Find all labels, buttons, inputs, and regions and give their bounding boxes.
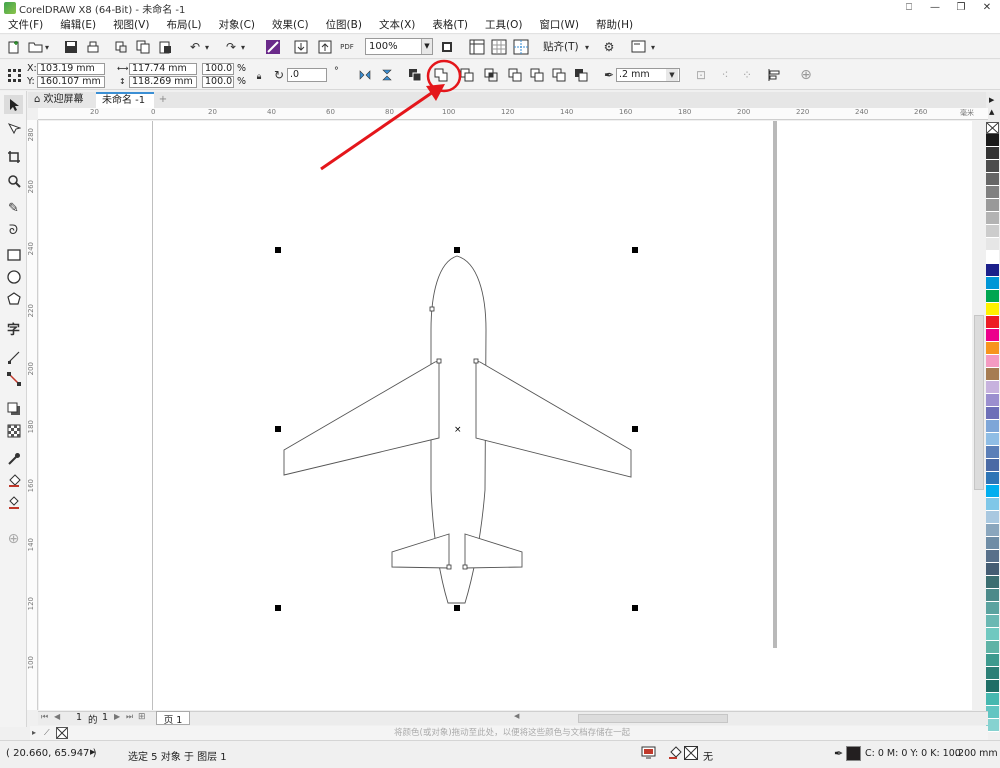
color-swatch[interactable]	[986, 355, 999, 368]
selection-info: 选定 5 对象 于 图层 1	[128, 752, 227, 763]
color-swatch[interactable]	[986, 641, 999, 654]
color-swatch[interactable]	[986, 563, 999, 576]
total-pages: 1	[102, 712, 109, 723]
color-swatch[interactable]	[986, 225, 999, 238]
color-swatch[interactable]	[986, 615, 999, 628]
color-swatch[interactable]	[986, 511, 999, 524]
color-swatch[interactable]	[986, 602, 999, 615]
color-swatch[interactable]	[986, 550, 999, 563]
color-swatch[interactable]	[986, 368, 999, 381]
tab-page-1[interactable]: 页 1	[156, 711, 190, 726]
selection-handle-bottom-right[interactable]	[632, 605, 638, 611]
color-swatch[interactable]	[986, 160, 999, 173]
outline-width-status: .200 mm	[955, 748, 998, 759]
selection-handle-bottom-left[interactable]	[275, 605, 281, 611]
selection-handle-left[interactable]	[275, 426, 281, 432]
color-swatch[interactable]	[986, 186, 999, 199]
outline-color-swatch[interactable]	[846, 746, 861, 761]
color-swatch[interactable]	[986, 147, 999, 160]
color-swatch[interactable]	[986, 238, 999, 251]
status-bar: ( 20.660, 65.947 ) ▶ 选定 5 对象 于 图层 1 无 ✒ …	[0, 740, 1000, 768]
right-wing	[475, 360, 632, 478]
color-swatch[interactable]	[986, 459, 999, 472]
vertical-scrollbar-thumb[interactable]	[974, 315, 984, 490]
color-swatch[interactable]	[986, 316, 999, 329]
airplane-drawing[interactable]: ×	[0, 0, 1000, 768]
color-swatch[interactable]	[986, 394, 999, 407]
color-swatch[interactable]	[986, 342, 999, 355]
color-swatch[interactable]	[986, 446, 999, 459]
color-swatch[interactable]	[986, 251, 999, 264]
color-swatch[interactable]	[986, 134, 999, 147]
fill-bucket-icon	[668, 746, 682, 763]
color-swatch[interactable]	[986, 628, 999, 641]
color-swatch[interactable]	[986, 329, 999, 342]
color-swatch[interactable]	[986, 277, 999, 290]
color-swatch[interactable]	[986, 407, 999, 420]
color-swatch[interactable]	[986, 173, 999, 186]
selection-handle-top-right[interactable]	[632, 247, 638, 253]
center-mark: ×	[454, 425, 462, 435]
color-swatch[interactable]	[986, 524, 999, 537]
page-of-label: 的	[88, 715, 98, 726]
no-color-small-icon[interactable]	[56, 727, 68, 739]
color-swatch[interactable]	[986, 212, 999, 225]
color-swatch[interactable]	[986, 667, 999, 680]
selection-handle-top[interactable]	[454, 247, 460, 253]
eyedropper-small-icon[interactable]: ⟋	[44, 726, 50, 740]
color-palette	[986, 134, 1000, 732]
selection-handle-top-left[interactable]	[275, 247, 281, 253]
color-swatch[interactable]	[986, 420, 999, 433]
next-page-icon[interactable]: ▶	[114, 712, 120, 721]
add-page-icon[interactable]: ⊞	[138, 712, 146, 722]
cursor-coordinates: ( 20.660, 65.947 )	[6, 748, 97, 759]
color-swatch[interactable]	[986, 199, 999, 212]
color-proof-icon[interactable]	[641, 746, 657, 763]
color-swatch[interactable]	[986, 290, 999, 303]
current-page-number: 1	[76, 712, 83, 723]
page-navigator: ⏮ ◀ 1 的 1 ▶ ⏭ ⊞ 页 1 ◀	[38, 711, 988, 726]
left-tail	[391, 533, 450, 569]
outline-pen-status-icon: ✒	[834, 747, 844, 760]
scroll-left-icon[interactable]: ◀	[514, 712, 519, 720]
color-swatch[interactable]	[986, 693, 999, 706]
fill-none-swatch[interactable]	[684, 746, 698, 760]
node-handle	[446, 564, 452, 570]
color-swatch[interactable]	[986, 433, 999, 446]
node-handle	[462, 564, 468, 570]
color-swatch[interactable]	[986, 303, 999, 316]
fill-none-label: 无	[703, 752, 713, 763]
color-swatch[interactable]	[986, 485, 999, 498]
color-swatch[interactable]	[986, 589, 999, 602]
color-swatch[interactable]	[986, 654, 999, 667]
coreldraw-window: CorelDRAW X8 (64-Bit) - 未命名 -1 ⎕ — ❐ ✕ 文…	[0, 0, 1000, 768]
color-swatch[interactable]	[986, 576, 999, 589]
palette-options-icon[interactable]: ▸	[32, 726, 36, 740]
color-swatch[interactable]	[986, 264, 999, 277]
status-expand-icon[interactable]: ▶	[90, 748, 95, 756]
node-handle	[473, 358, 479, 364]
color-swatch[interactable]	[986, 537, 999, 550]
node-handle	[429, 306, 435, 312]
node-handle	[436, 358, 442, 364]
color-swatch[interactable]	[986, 680, 999, 693]
left-wing	[283, 360, 440, 476]
last-page-icon[interactable]: ⏭	[126, 712, 133, 722]
right-tail	[464, 533, 523, 569]
document-palette-hint: 将颜色(或对象)拖动至此处，以便将这些颜色与文档存储在一起	[394, 728, 631, 738]
document-palette: ▸ ⟋ 将颜色(或对象)拖动至此处，以便将这些颜色与文档存储在一起	[30, 726, 988, 740]
selection-handle-right[interactable]	[632, 426, 638, 432]
previous-page-icon[interactable]: ◀	[54, 712, 60, 721]
selection-handle-bottom[interactable]	[454, 605, 460, 611]
color-swatch[interactable]	[986, 381, 999, 394]
first-page-icon[interactable]: ⏮	[41, 712, 48, 722]
color-swatch[interactable]	[986, 472, 999, 485]
color-swatch[interactable]	[986, 498, 999, 511]
horizontal-scrollbar-thumb[interactable]	[578, 714, 728, 723]
outline-color-value: C: 0 M: 0 Y: 0 K: 100	[865, 748, 961, 759]
